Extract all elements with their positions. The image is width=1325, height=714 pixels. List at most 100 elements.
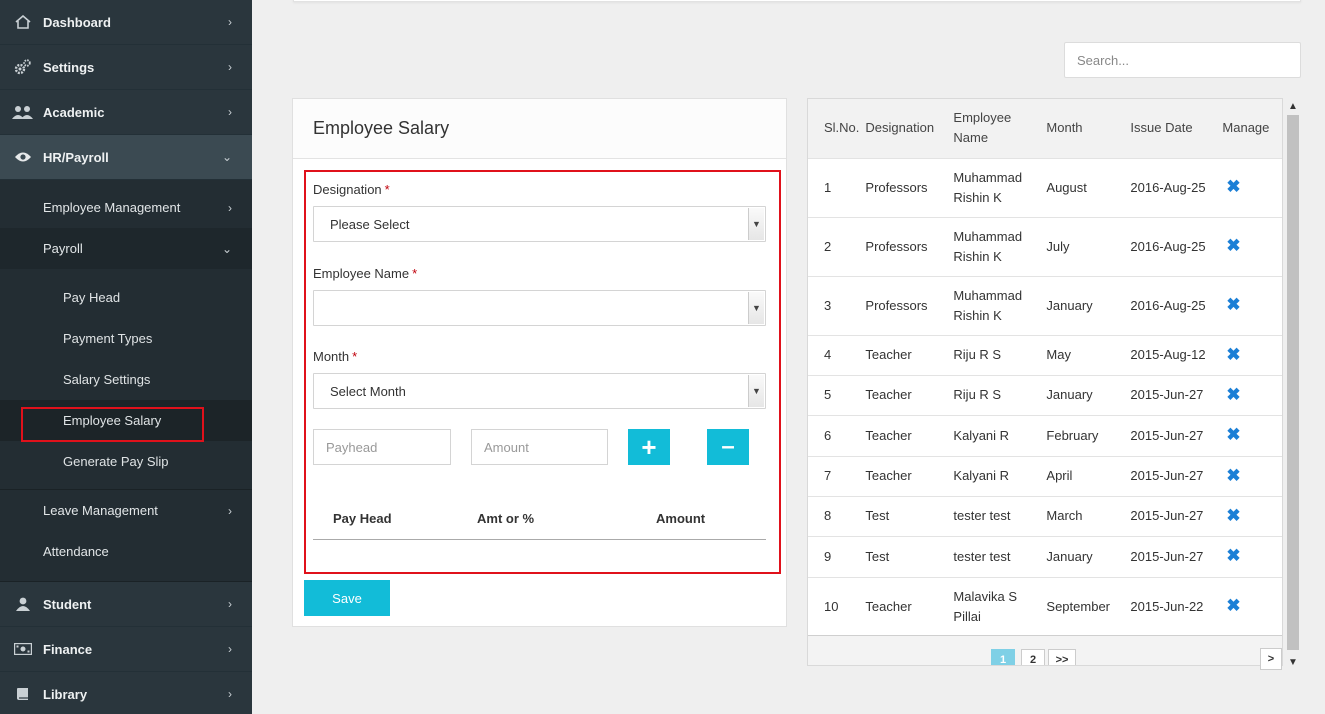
nav-hr-payroll[interactable]: HR/Payroll ⌄ <box>0 135 252 180</box>
nav-student[interactable]: Student › <box>0 582 252 627</box>
cell-issue-date: 2015-Jun-27 <box>1130 414 1223 456</box>
cell-month: August <box>1046 157 1131 217</box>
next-page-button[interactable]: > <box>1260 648 1282 670</box>
cell-month: January <box>1046 275 1131 335</box>
sidebar: Dashboard › Settings › Academic › HR/Pay… <box>0 0 252 714</box>
chevron-right-icon: › <box>228 687 232 701</box>
cell-issue-date: 2015-Jun-27 <box>1130 535 1223 577</box>
page-1-button[interactable]: 1 <box>991 649 1015 665</box>
scroll-up-icon[interactable]: ▲ <box>1285 98 1301 114</box>
table-scrollbar[interactable]: ▲ ▼ <box>1285 98 1301 670</box>
cell-sl-no: 8 <box>808 495 866 536</box>
close-icon[interactable]: ✖ <box>1222 236 1240 255</box>
cell-issue-date: 2016-Aug-25 <box>1130 216 1223 276</box>
cell-month: July <box>1046 216 1131 276</box>
cell-sl-no: 2 <box>808 216 866 276</box>
cell-sl-no: 4 <box>808 334 866 375</box>
nav-generate-pay-slip[interactable]: Generate Pay Slip <box>0 441 252 482</box>
scroll-thumb[interactable] <box>1287 115 1299 650</box>
close-icon[interactable]: ✖ <box>1222 425 1240 444</box>
cell-designation: Professors <box>865 157 954 217</box>
nav-leave-management-label: Leave Management <box>43 503 158 518</box>
cell-issue-date: 2015-Jun-27 <box>1130 455 1223 496</box>
table-row: 1 Professors Muhammad Rishin K August 2016-A… <box>808 157 1282 217</box>
cell-employee-name: Muhammad Rishin K <box>953 216 1047 276</box>
cell-manage: ✖ <box>1222 455 1282 496</box>
close-icon[interactable]: ✖ <box>1222 385 1240 404</box>
th-month: Month <box>1046 120 1083 136</box>
cell-manage: ✖ <box>1222 414 1282 456</box>
nav-attendance[interactable]: Attendance <box>0 531 252 572</box>
nav-dashboard[interactable]: Dashboard › <box>0 0 252 45</box>
gears-icon <box>12 59 34 75</box>
cell-month: January <box>1046 535 1131 577</box>
close-icon[interactable]: ✖ <box>1222 546 1240 565</box>
nav-salary-settings[interactable]: Salary Settings <box>0 359 252 400</box>
table-header-row: Sl.No. Designation Employee Name Month I… <box>808 99 1282 158</box>
cell-issue-date: 2015-Jun-27 <box>1130 374 1223 415</box>
cell-employee-name: Riju R S <box>953 334 1047 375</box>
nav-academic[interactable]: Academic › <box>0 90 252 135</box>
scroll-down-icon[interactable]: ▼ <box>1285 654 1301 670</box>
th-designation: Designation <box>865 120 935 136</box>
chevron-right-icon: › <box>228 597 232 611</box>
nav-pay-head[interactable]: Pay Head <box>0 277 252 318</box>
cell-issue-date: 2015-Aug-12 <box>1130 334 1223 375</box>
cell-issue-date: 2016-Aug-25 <box>1130 157 1223 217</box>
th-sl-no: Sl.No. <box>824 120 860 136</box>
cell-month: January <box>1046 374 1131 415</box>
cell-manage: ✖ <box>1222 495 1282 536</box>
th-manage: Manage <box>1222 120 1270 136</box>
cell-designation: Teacher <box>865 576 954 636</box>
table-row: 6 Teacher Kalyani R February 2015-Jun-27 ✖ <box>808 414 1282 456</box>
chevron-right-icon: › <box>228 503 232 518</box>
save-button[interactable]: Save <box>304 580 390 616</box>
table-row: 10 Teacher Malavika S Pillai September 2015-… <box>808 576 1282 636</box>
cell-sl-no: 7 <box>808 455 866 496</box>
nav-leave-management[interactable]: Leave Management › <box>0 490 252 531</box>
chevron-right-icon: › <box>228 105 232 119</box>
cell-month: September <box>1046 576 1131 636</box>
nav-employee-management-label: Employee Management <box>43 200 181 215</box>
cell-employee-name: Muhammad Rishin K <box>953 157 1047 217</box>
page-2-button[interactable]: 2 <box>1021 649 1045 665</box>
cell-manage: ✖ <box>1222 334 1282 375</box>
pagination: 1 2 >> <box>808 635 1282 665</box>
close-icon[interactable]: ✖ <box>1222 506 1240 525</box>
th-issue-date: Issue Date <box>1130 120 1193 136</box>
cell-manage: ✖ <box>1222 275 1282 335</box>
nav-payroll[interactable]: Payroll ⌄ <box>0 228 252 269</box>
close-icon[interactable]: ✖ <box>1222 466 1240 485</box>
cell-designation: Teacher <box>865 455 954 496</box>
cell-manage: ✖ <box>1222 374 1282 415</box>
search-input[interactable] <box>1064 42 1301 78</box>
nav-settings[interactable]: Settings › <box>0 45 252 90</box>
payroll-submenu: Pay Head Payment Types Salary Settings E… <box>0 269 252 490</box>
cell-employee-name: Riju R S <box>953 374 1047 415</box>
cell-designation: Professors <box>865 216 954 276</box>
close-icon[interactable]: ✖ <box>1222 177 1240 196</box>
nav-finance[interactable]: Finance › <box>0 627 252 672</box>
close-icon[interactable]: ✖ <box>1222 295 1240 314</box>
cell-employee-name: tester test <box>953 495 1047 536</box>
close-icon[interactable]: ✖ <box>1222 345 1240 364</box>
nav-payment-types[interactable]: Payment Types <box>0 318 252 359</box>
chevron-right-icon: › <box>228 200 232 215</box>
nav-payroll-label: Payroll <box>43 241 83 256</box>
nav-finance-label: Finance <box>43 641 93 657</box>
page-last-button[interactable]: >> <box>1048 649 1076 665</box>
cell-manage: ✖ <box>1222 216 1282 276</box>
nav-employee-management[interactable]: Employee Management › <box>0 187 252 228</box>
table-row: 4 Teacher Riju R S May 2015-Aug-12 ✖ <box>808 334 1282 375</box>
cell-sl-no: 3 <box>808 275 866 335</box>
book-icon <box>12 687 34 701</box>
nav-library[interactable]: Library › <box>0 672 252 714</box>
close-icon[interactable]: ✖ <box>1222 596 1240 615</box>
cell-designation: Test <box>865 535 954 577</box>
money-icon <box>12 643 34 655</box>
salary-list-panel: Sl.No. Designation Employee Name Month I… <box>807 98 1283 666</box>
table-row: 2 Professors Muhammad Rishin K July 2016-Aug… <box>808 216 1282 276</box>
user-icon <box>12 597 34 611</box>
eye-icon <box>12 151 34 163</box>
cell-manage: ✖ <box>1222 157 1282 217</box>
